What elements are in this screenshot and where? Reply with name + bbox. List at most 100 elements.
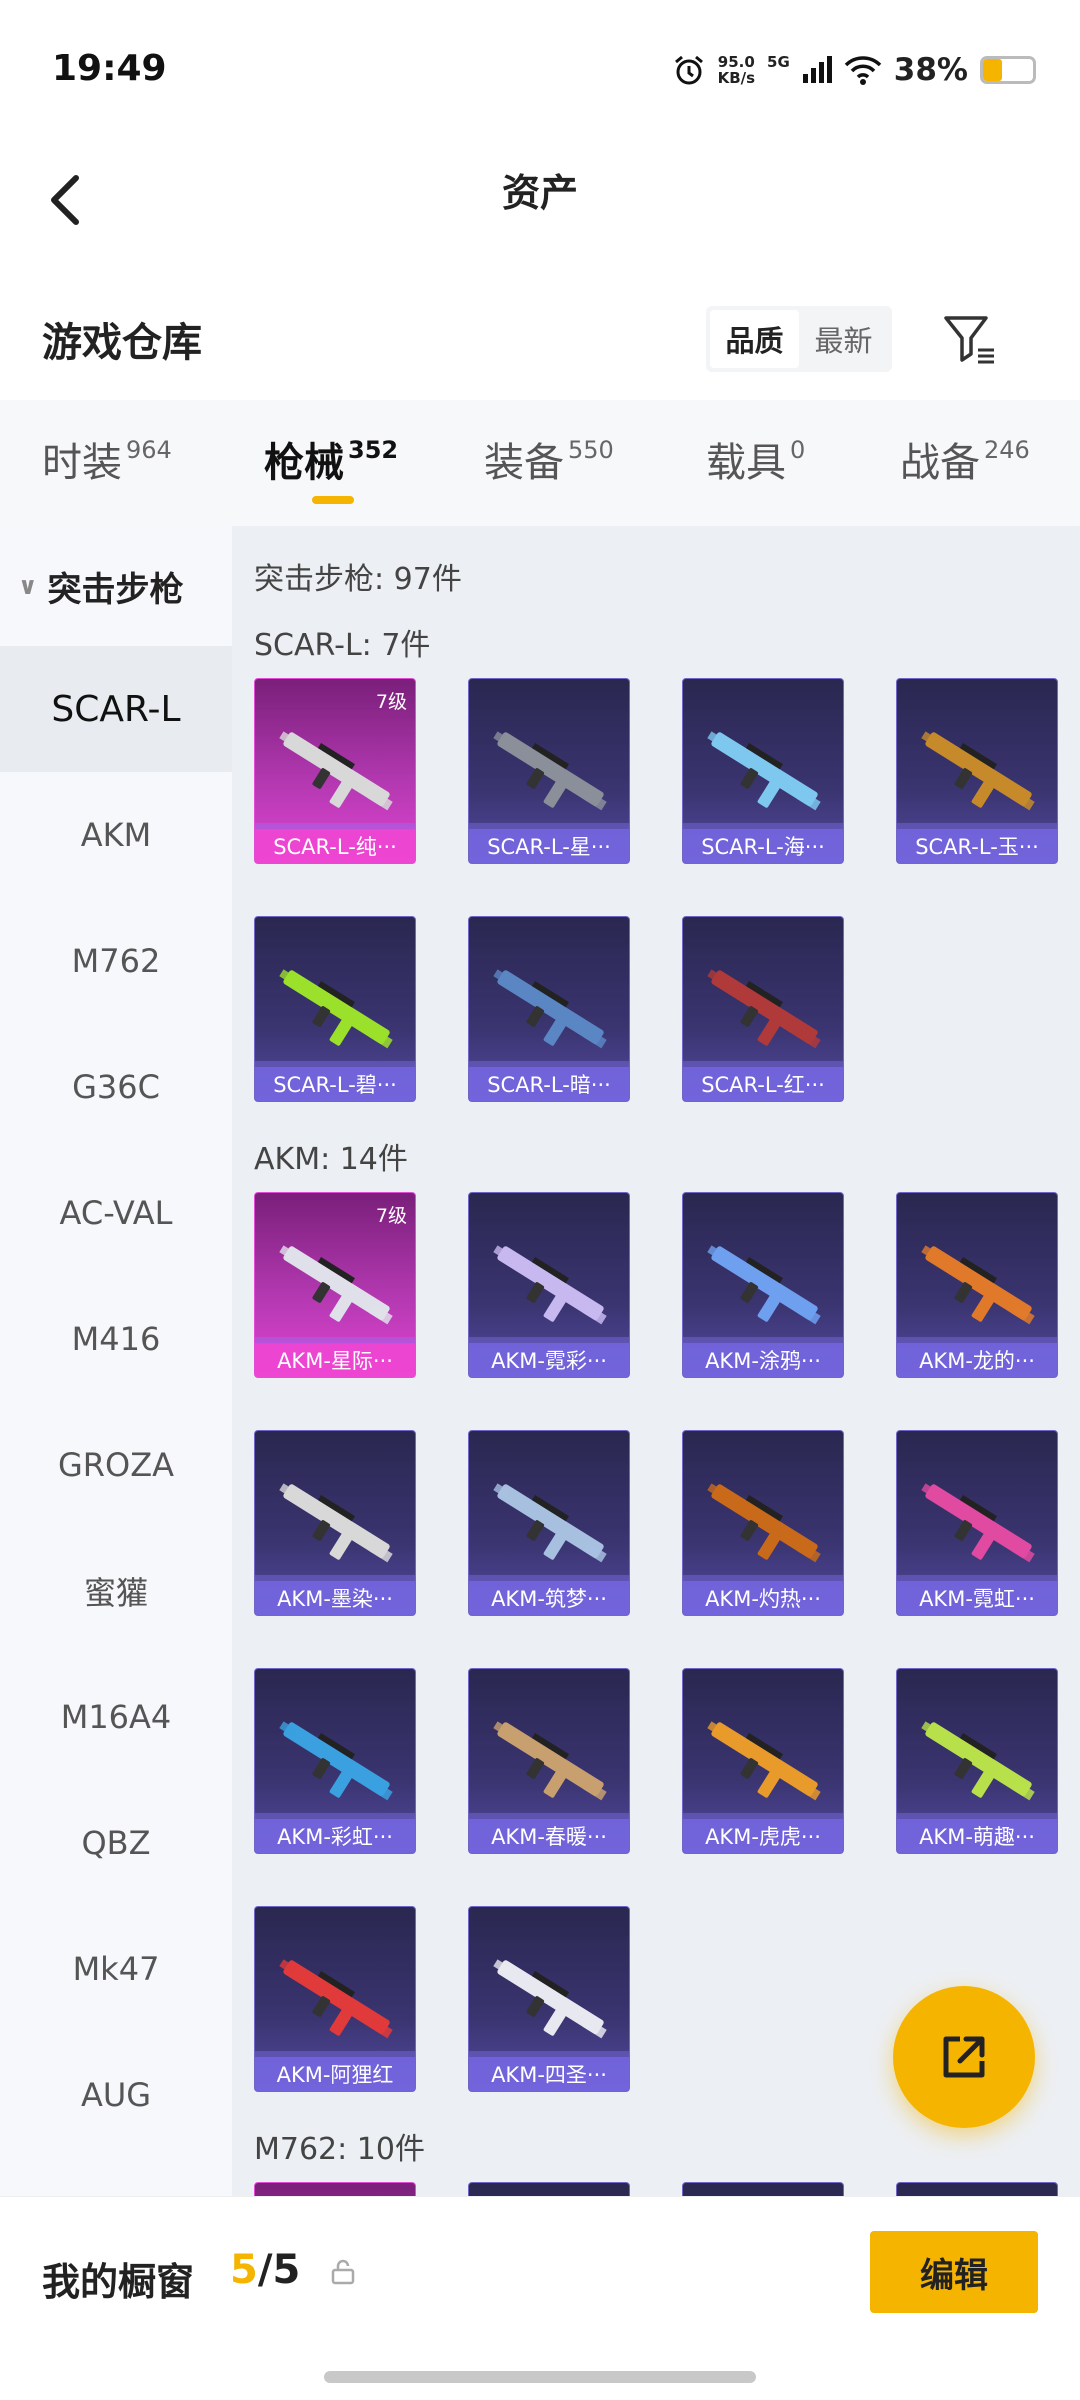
weapon-skin-card[interactable] — [254, 2182, 416, 2196]
weapon-skin-card[interactable] — [468, 2182, 630, 2196]
weapon-skin-icon — [279, 731, 393, 811]
weapon-skin-card[interactable]: 7级 SCAR-L-纯··· — [254, 678, 416, 864]
skin-name: AKM-霓彩··· — [469, 1343, 629, 1377]
network-type: 5G — [767, 53, 790, 71]
battery-icon — [980, 56, 1036, 84]
weapon-skin-card[interactable] — [896, 2182, 1058, 2196]
sidebar-item[interactable]: M762 — [0, 898, 232, 1024]
skin-name: AKM-彩虹··· — [255, 1819, 415, 1853]
weapon-skin-card[interactable]: SCAR-L-玉··· — [896, 678, 1058, 864]
sidebar-item[interactable]: QBZ — [0, 1780, 232, 1906]
weapon-skin-card[interactable]: AKM-彩虹··· — [254, 1668, 416, 1854]
sort-newest-button[interactable]: 最新 — [799, 310, 888, 368]
edit-button[interactable]: 编辑 — [870, 2231, 1038, 2313]
chevron-down-icon: ∨ — [18, 572, 38, 600]
section-title: AKM: 14件 — [254, 1142, 408, 1177]
weapon-skin-icon — [921, 731, 1035, 811]
weapon-skin-icon — [279, 1483, 393, 1563]
sidebar-item[interactable]: GROZA — [0, 1402, 232, 1528]
weapon-skin-icon — [493, 969, 607, 1049]
signal-icon — [802, 56, 832, 83]
weapon-skin-card[interactable]: SCAR-L-暗··· — [468, 916, 630, 1102]
skin-name: AKM-阿狸红 — [255, 2057, 415, 2091]
weapon-skin-card[interactable]: SCAR-L-海··· — [682, 678, 844, 864]
weapon-skin-card[interactable]: AKM-霓彩··· — [468, 1192, 630, 1378]
skin-name: AKM-霓虹··· — [897, 1581, 1057, 1615]
skin-name: AKM-灼热··· — [683, 1581, 843, 1615]
weapon-skin-card[interactable]: AKM-筑梦··· — [468, 1430, 630, 1616]
sidebar-item[interactable]: SCAR-L — [0, 646, 232, 772]
skin-name: AKM-墨染··· — [255, 1581, 415, 1615]
bottom-bar: 我的橱窗 5/5 编辑 — [0, 2196, 1080, 2400]
share-icon — [943, 2036, 985, 2078]
battery-percent: 38% — [893, 52, 968, 88]
tab-fashion[interactable]: 时装 964 — [42, 430, 172, 488]
alarm-icon — [674, 55, 703, 85]
weapon-skin-icon — [493, 1721, 607, 1801]
status-bar: 19:49 95.0 KB/s 5G 38% — [0, 0, 1080, 140]
weapon-skin-icon — [493, 1959, 607, 2039]
tab-supplies[interactable]: 战备 246 — [900, 430, 1030, 488]
home-indicator[interactable] — [324, 2371, 756, 2383]
skin-name: AKM-涂鸦··· — [683, 1343, 843, 1377]
weapon-skin-icon — [493, 1245, 607, 1325]
filter-icon[interactable] — [940, 310, 998, 368]
weapon-skin-card[interactable]: AKM-虎虎··· — [682, 1668, 844, 1854]
tab-vehicles[interactable]: 载具 0 — [706, 430, 805, 488]
weapon-skin-icon — [279, 1959, 393, 2039]
weapon-skin-icon — [707, 1245, 821, 1325]
sidebar-item[interactable]: Mk47 — [0, 1906, 232, 2032]
weapon-skin-card[interactable]: AKM-四圣··· — [468, 1906, 630, 2092]
level-badge: 7级 — [375, 1205, 407, 1227]
sidebar-item[interactable]: 蜜獾 — [0, 1528, 232, 1654]
skin-name: SCAR-L-纯··· — [255, 829, 415, 863]
sidebar-item[interactable]: AKM — [0, 772, 232, 898]
weapon-skin-card[interactable]: AKM-灼热··· — [682, 1430, 844, 1616]
sidebar-item[interactable]: M416 — [0, 1276, 232, 1402]
weapon-skin-icon — [707, 1483, 821, 1563]
warehouse-title: 游戏仓库 — [42, 320, 202, 366]
sidebar-item[interactable]: M16A4 — [0, 1654, 232, 1780]
weapon-skin-icon — [493, 731, 607, 811]
showcase-label: 我的橱窗 — [42, 2260, 195, 2304]
weapon-skin-icon — [707, 1721, 821, 1801]
network-speed: 95.0 KB/s — [717, 53, 756, 87]
weapon-skin-card[interactable]: AKM-阿狸红 — [254, 1906, 416, 2092]
warehouse-header: 游戏仓库 品质 最新 — [0, 290, 1080, 400]
skin-name: AKM-虎虎··· — [683, 1819, 843, 1853]
sort-toggle: 品质 最新 — [706, 306, 892, 372]
skin-name: AKM-星际··· — [255, 1343, 415, 1377]
weapon-skin-card[interactable]: 7级 AKM-星际··· — [254, 1192, 416, 1378]
weapon-skin-icon — [921, 1721, 1035, 1801]
sidebar-item[interactable]: AC-VAL — [0, 1150, 232, 1276]
share-button[interactable] — [893, 1986, 1035, 2128]
sidebar-item[interactable]: G36C — [0, 1024, 232, 1150]
weapon-skin-card[interactable]: AKM-萌趣··· — [896, 1668, 1058, 1854]
status-time: 19:49 — [52, 48, 167, 89]
lock-icon — [331, 2259, 355, 2285]
weapon-skin-card[interactable]: SCAR-L-星··· — [468, 678, 630, 864]
total-count: 突击步枪: 97件 — [254, 562, 462, 597]
weapon-skin-card[interactable]: AKM-墨染··· — [254, 1430, 416, 1616]
weapon-skin-card[interactable]: SCAR-L-红··· — [682, 916, 844, 1102]
weapon-skin-card[interactable] — [682, 2182, 844, 2196]
sidebar-category[interactable]: ∨ 突击步枪 — [0, 526, 232, 646]
skin-name: AKM-筑梦··· — [469, 1581, 629, 1615]
weapon-skin-icon — [279, 1245, 393, 1325]
weapon-skin-card[interactable]: AKM-龙的··· — [896, 1192, 1058, 1378]
weapon-skin-card[interactable]: SCAR-L-碧··· — [254, 916, 416, 1102]
showcase-count: 5/5 — [230, 2247, 301, 2293]
page-title: 资产 — [501, 171, 578, 215]
weapon-skin-icon — [707, 731, 821, 811]
tab-firearms[interactable]: 枪械 352 — [264, 430, 398, 488]
weapon-skin-card[interactable]: AKM-春暖··· — [468, 1668, 630, 1854]
tab-equipment[interactable]: 装备 550 — [484, 430, 614, 488]
skin-name: SCAR-L-暗··· — [469, 1067, 629, 1101]
weapon-skin-card[interactable]: AKM-霓虹··· — [896, 1430, 1058, 1616]
section-title: M762: 10件 — [254, 2132, 425, 2167]
top-bar: 资产 — [0, 140, 1080, 270]
sort-quality-button[interactable]: 品质 — [710, 310, 799, 368]
weapon-skin-card[interactable]: AKM-涂鸦··· — [682, 1192, 844, 1378]
sidebar-item[interactable]: AUG — [0, 2032, 232, 2158]
category-tabs: 时装 964 枪械 352 装备 550 载具 0 战备 246 — [0, 400, 1080, 526]
